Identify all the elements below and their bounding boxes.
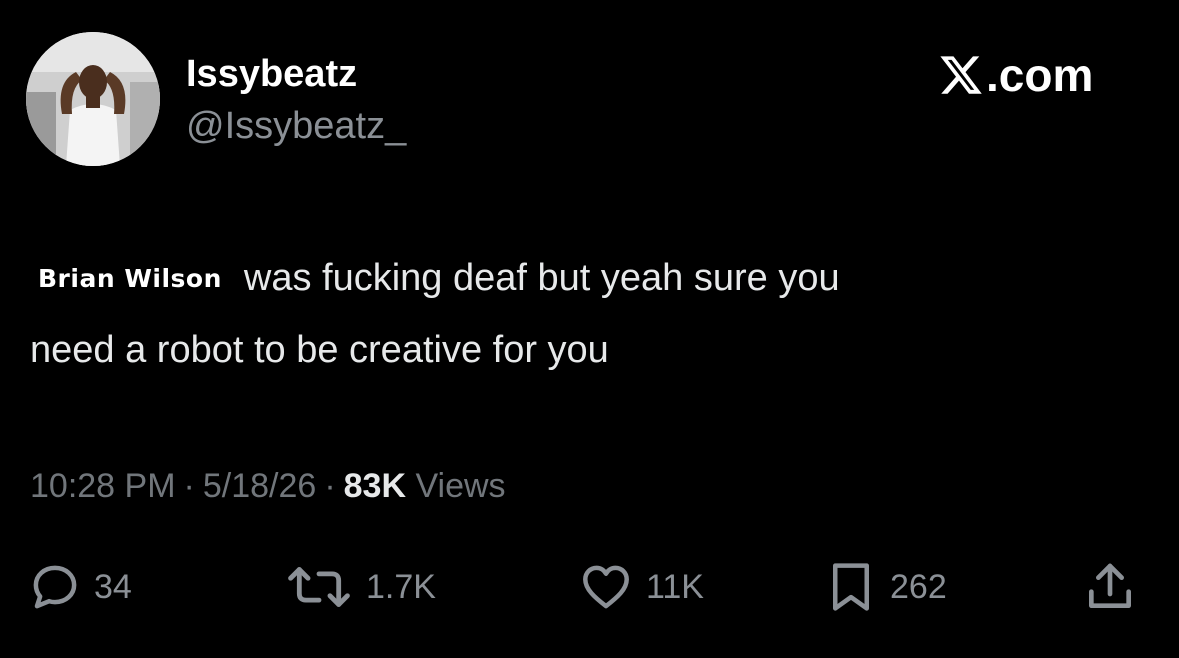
- tweet-text-line-2: need a robot to be creative for you: [30, 329, 609, 371]
- reply-button[interactable]: 34: [28, 558, 132, 616]
- views-count: 83K: [343, 467, 407, 505]
- tweet-meta: 10:28 PM · 5/18/26 · 83K Views: [30, 464, 506, 508]
- like-count: 11K: [646, 567, 704, 606]
- bookmark-count: 262: [890, 567, 947, 606]
- like-button[interactable]: 11K: [578, 558, 704, 616]
- tweet-time[interactable]: 10:28 PM: [30, 467, 176, 505]
- x-logo-icon: [940, 56, 982, 94]
- bookmark-button[interactable]: 262: [824, 558, 947, 616]
- heart-icon: [583, 565, 629, 609]
- repost-button[interactable]: 1.7K: [284, 558, 436, 616]
- bookmark-icon: [833, 563, 869, 611]
- avatar[interactable]: [26, 32, 160, 166]
- x-com-watermark: .com: [938, 50, 1093, 100]
- author-handle[interactable]: @Issybeatz_: [186, 104, 406, 148]
- name-sticker: Brian Wilson: [30, 261, 230, 295]
- share-button[interactable]: [1082, 558, 1138, 616]
- views-label: Views: [415, 467, 506, 505]
- meta-separator: ·: [183, 467, 195, 505]
- brand-domain-text: .com: [986, 49, 1094, 101]
- tweet-date[interactable]: 5/18/26: [203, 467, 316, 505]
- tweet-text-fragment: was fucking deaf but yeah sure you: [243, 257, 840, 299]
- avatar-image: [26, 32, 160, 166]
- meta-separator: ·: [324, 467, 336, 505]
- reply-count: 34: [94, 567, 132, 606]
- repost-icon: [288, 567, 350, 607]
- repost-count: 1.7K: [366, 567, 436, 606]
- author-display-name[interactable]: Issybeatz: [186, 52, 357, 96]
- share-icon: [1089, 563, 1131, 608]
- tweet-text-line-1: Brian Wilson was fucking deaf but yeah s…: [30, 250, 1150, 306]
- reply-icon: [33, 565, 77, 609]
